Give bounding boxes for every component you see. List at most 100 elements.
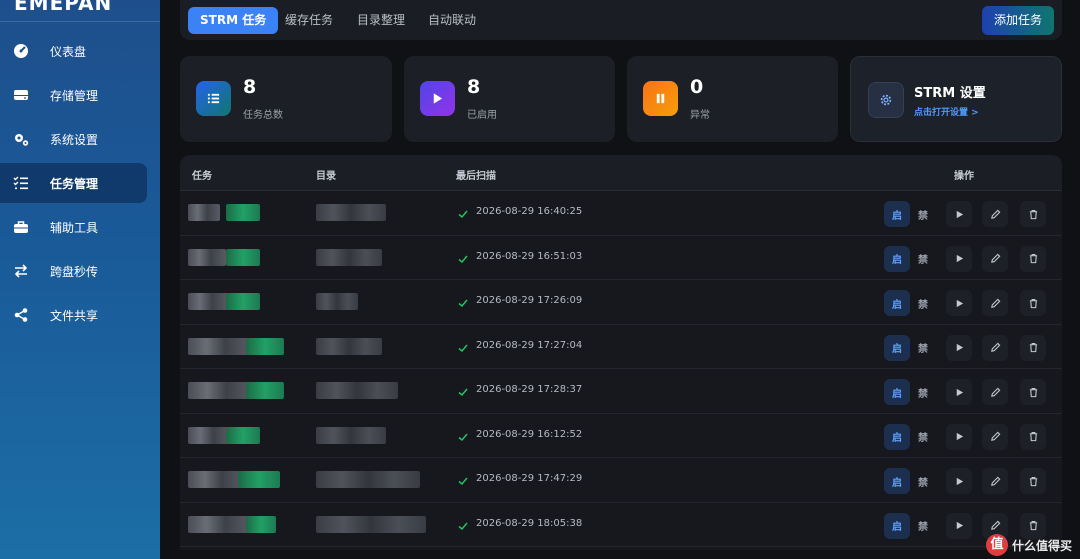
sidebar-item-dashboard[interactable]: 仪表盘 xyxy=(0,31,147,71)
disable-button[interactable]: 禁 xyxy=(910,335,936,361)
last-scan-time: 2026-08-29 17:27:04 xyxy=(476,339,583,351)
add-task-button[interactable]: 添加任务 xyxy=(981,6,1054,35)
check-icon xyxy=(457,339,469,352)
sidebar-item-file-share[interactable]: 文件共享 xyxy=(0,295,147,335)
column-header-task: 任务 xyxy=(192,171,212,182)
directory-redacted xyxy=(316,515,426,533)
check-icon xyxy=(457,205,469,219)
edit-button[interactable] xyxy=(982,334,1008,361)
column-header-last-scan: 最后扫描 xyxy=(456,171,496,182)
trash-icon xyxy=(1028,520,1039,531)
brand-text: EMEPAN xyxy=(14,0,113,15)
directory-redacted xyxy=(316,248,382,266)
stat-value: 8 xyxy=(467,76,481,98)
run-button[interactable] xyxy=(946,201,972,227)
stat-label: 异常 xyxy=(690,110,710,121)
tab-directory-organize[interactable]: 目录整理 xyxy=(345,7,417,34)
disable-button[interactable]: 禁 xyxy=(910,468,936,494)
trash-icon xyxy=(1028,476,1039,487)
disable-button[interactable]: 禁 xyxy=(910,513,936,539)
task-tag-redacted xyxy=(246,337,284,355)
directory-redacted xyxy=(316,337,382,355)
disable-button[interactable]: 禁 xyxy=(910,201,936,227)
table-row: 2026-08-29 17:26:09 启禁 xyxy=(180,280,1062,325)
play-icon xyxy=(954,209,965,220)
delete-button[interactable] xyxy=(1020,379,1046,405)
dashboard-icon xyxy=(12,42,30,60)
enable-button[interactable]: 启 xyxy=(884,201,910,227)
table-row: 2026-08-29 17:47:29 启禁 xyxy=(180,458,1062,503)
enable-button[interactable]: 启 xyxy=(884,334,910,361)
table-body: 2026-08-29 16:40:25 启禁 2026-08-29 16:51:03… xyxy=(180,191,1062,547)
disable-button[interactable]: 禁 xyxy=(910,424,936,450)
directory-redacted xyxy=(316,204,386,221)
trash-icon xyxy=(1028,209,1039,220)
task-tag-redacted xyxy=(226,426,260,444)
enable-button[interactable]: 启 xyxy=(884,423,910,450)
task-tag-redacted xyxy=(246,382,284,399)
disable-button[interactable]: 禁 xyxy=(910,379,936,405)
sidebar-item-label: 存储管理 xyxy=(50,88,99,103)
enable-button[interactable]: 启 xyxy=(884,468,910,494)
run-button[interactable] xyxy=(946,423,972,450)
sidebar-item-tools[interactable]: 辅助工具 xyxy=(0,207,147,247)
tab-strm-tasks[interactable]: STRM 任务 xyxy=(188,7,279,34)
brand-logo: EMEPAN xyxy=(0,0,160,22)
edit-button[interactable] xyxy=(982,201,1008,227)
sidebar-item-cross-transfer[interactable]: 跨盘秒传 xyxy=(0,251,147,291)
delete-button[interactable] xyxy=(1020,201,1046,227)
tab-bar: STRM 任务 缓存任务 目录整理 自动联动 添加任务 xyxy=(180,0,1062,40)
strm-settings-card[interactable]: STRM 设置 点击打开设置 > xyxy=(850,56,1062,142)
task-tag-redacted xyxy=(226,204,260,221)
task-name-redacted xyxy=(188,471,244,488)
trash-icon xyxy=(1028,431,1039,442)
tab-auto-link[interactable]: 自动联动 xyxy=(416,7,488,34)
edit-button[interactable] xyxy=(982,423,1008,450)
pencil-icon xyxy=(990,342,1001,353)
enable-button[interactable]: 启 xyxy=(884,245,910,272)
run-button[interactable] xyxy=(946,379,972,405)
table-row: 2026-08-29 18:05:38 启禁 xyxy=(180,503,1062,547)
tab-cache-tasks[interactable]: 缓存任务 xyxy=(273,7,345,34)
run-button[interactable] xyxy=(946,468,972,494)
disable-button[interactable]: 禁 xyxy=(910,246,936,272)
edit-button[interactable] xyxy=(982,468,1008,494)
check-icon xyxy=(457,472,469,486)
sidebar-item-task-management[interactable]: 任务管理 xyxy=(0,163,147,203)
edit-button[interactable] xyxy=(982,379,1008,405)
run-button[interactable] xyxy=(946,512,972,539)
task-tag-redacted xyxy=(226,293,260,310)
pencil-icon xyxy=(990,387,1001,398)
sidebar-item-label: 辅助工具 xyxy=(50,220,99,235)
check-icon xyxy=(457,250,469,263)
run-button[interactable] xyxy=(946,334,972,361)
enable-button[interactable]: 启 xyxy=(884,290,910,316)
enable-button[interactable]: 启 xyxy=(884,379,910,405)
stat-card-total: 8 任务总数 xyxy=(180,56,392,142)
stat-value: 8 xyxy=(243,76,257,98)
trash-icon xyxy=(1028,253,1039,264)
edit-button[interactable] xyxy=(982,290,1008,316)
table-row: 2026-08-29 16:12:52 启禁 xyxy=(180,414,1062,458)
run-button[interactable] xyxy=(946,290,972,316)
table-row: 2026-08-29 16:51:03 启禁 xyxy=(180,236,1062,280)
open-settings-link[interactable]: 点击打开设置 > xyxy=(914,105,979,118)
delete-button[interactable] xyxy=(1020,245,1046,272)
delete-button[interactable] xyxy=(1020,423,1046,450)
disable-button[interactable]: 禁 xyxy=(910,290,936,316)
play-icon xyxy=(954,476,965,487)
delete-button[interactable] xyxy=(1020,290,1046,316)
check-icon xyxy=(457,428,469,441)
column-header-actions: 操作 xyxy=(954,171,974,182)
task-name-redacted xyxy=(188,248,226,266)
trash-icon xyxy=(1028,298,1039,309)
sidebar-item-system-settings[interactable]: 系统设置 xyxy=(0,119,147,159)
run-button[interactable] xyxy=(946,245,972,272)
enable-button[interactable]: 启 xyxy=(884,512,910,539)
sidebar-item-storage[interactable]: 存储管理 xyxy=(0,75,147,115)
delete-button[interactable] xyxy=(1020,334,1046,361)
delete-button[interactable] xyxy=(1020,468,1046,494)
transfer-arrows-icon xyxy=(12,262,30,280)
play-icon xyxy=(420,81,455,116)
edit-button[interactable] xyxy=(982,245,1008,272)
